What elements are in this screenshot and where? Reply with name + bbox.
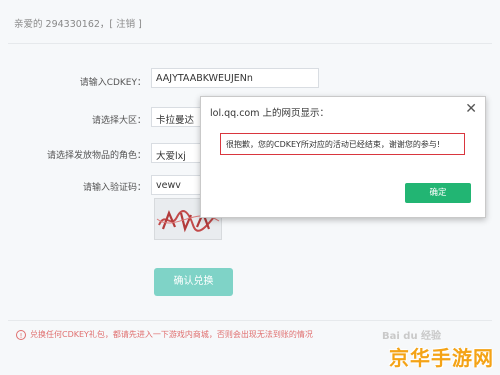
cdkey-input[interactable]: AAJYTAABKWEUJENn [151, 68, 319, 88]
alert-dialog: lol.qq.com 上的网页显示： ✕ 很抱歉，您的CDKEY所对应的活动已经… [200, 96, 486, 218]
dialog-message: 很抱歉，您的CDKEY所对应的活动已经结束，谢谢您的参与! [220, 133, 465, 155]
top-divider [8, 43, 492, 44]
captcha-label: 请输入验证码： [82, 183, 146, 193]
warning-icon: ! [16, 329, 26, 340]
dialog-title: lol.qq.com 上的网页显示： [210, 108, 330, 119]
bottom-divider [8, 320, 492, 321]
region-label: 请选择大区： [91, 116, 146, 126]
baidu-watermark: Bai du 经验 [382, 331, 442, 342]
cdkey-label: 请输入CDKEY： [79, 78, 146, 88]
notice-text: 兑换任何CDKEY礼包，都请先进入一下游戏内商城，否则会出现无法到账的情况 [30, 330, 313, 339]
warning-notice: ! 兑换任何CDKEY礼包，都请先进入一下游戏内商城，否则会出现无法到账的情况 [16, 329, 313, 340]
confirm-exchange-button[interactable]: 确认兑换 [154, 268, 233, 296]
greeting-text: 亲爱的 294330162， [14, 19, 110, 30]
role-label: 请选择发放物品的角色： [46, 151, 146, 161]
user-greeting: 亲爱的 294330162，[ 注销 ] [14, 16, 142, 30]
logout-link[interactable]: [ 注销 ] [109, 19, 141, 30]
ok-button[interactable]: 确定 [405, 183, 471, 203]
brand-watermark: 京华手游网 [389, 346, 494, 370]
close-icon[interactable]: ✕ [465, 102, 477, 116]
